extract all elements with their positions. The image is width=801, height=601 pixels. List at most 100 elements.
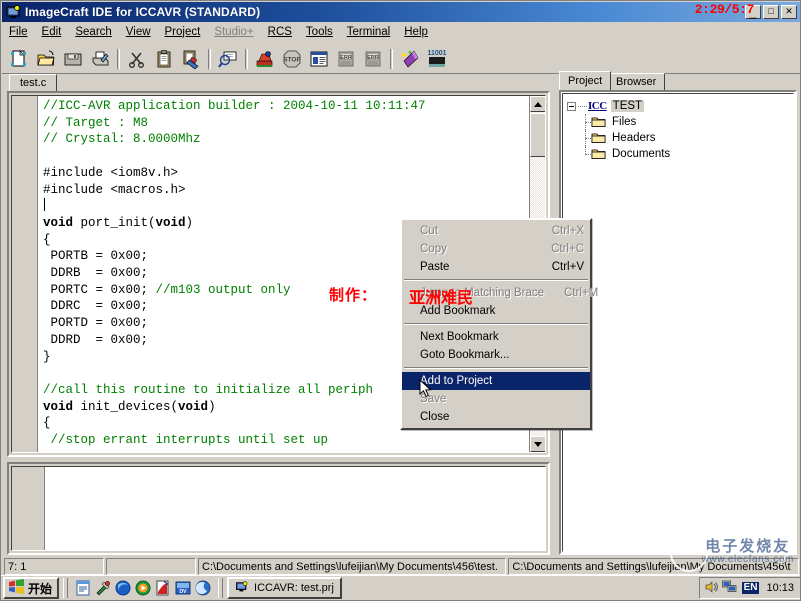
find-magnifier-icon[interactable] [215,46,241,71]
context-menu-item-label: Cut [420,225,438,237]
print-icon[interactable] [87,46,113,71]
scroll-thumb[interactable] [530,113,546,157]
speaker-icon[interactable] [704,580,718,597]
svg-text:DV: DV [180,589,188,595]
code-span: DDRD = 0x00; [43,333,148,347]
wizard-wand-icon[interactable] [397,46,423,71]
menu-separator [404,367,588,369]
code-span: ) [208,400,216,414]
context-menu-item-save: Save [402,390,590,408]
tree-item-headers[interactable]: Headers [567,130,793,146]
tree-connector [581,130,590,146]
context-menu-item-label: Jump to Matching Brace [420,287,544,299]
context-menu-item-accelerator: Ctrl+C [531,243,584,255]
tree-item-files[interactable]: Files [567,114,793,130]
scroll-down-arrow-icon[interactable] [530,436,546,452]
dv-icon[interactable]: DV [175,580,191,596]
context-menu-item-cut: CutCtrl+X [402,222,590,240]
tree-connector [581,146,590,162]
status-blank-field [106,558,196,575]
editor-icon[interactable] [75,580,91,596]
browser-icon[interactable] [115,580,131,596]
menu-project[interactable]: Project [158,24,208,40]
application-window: ImageCraft IDE for ICCAVR (STANDARD) _ □… [0,0,801,601]
taskbar-grip[interactable] [63,578,68,598]
app-icon [235,580,250,597]
system-tray: EN 10:13 [699,577,801,599]
copy-clipboard-icon[interactable] [151,46,177,71]
context-menu-item-close[interactable]: Close [402,408,590,426]
new-file-icon[interactable] [6,46,32,71]
text-caret [44,198,45,211]
context-menu-item-goto-bookmark[interactable]: Goto Bookmark... [402,346,590,364]
code-line: #include <macros.h> [43,182,528,199]
tab-browser[interactable]: Browser [607,73,665,90]
save-disk-icon[interactable] [60,46,86,71]
app-icon [6,4,22,20]
svg-text:ERR: ERR [340,54,352,60]
collapse-minus-icon[interactable] [567,102,576,111]
tab-test-c[interactable]: test.c [9,74,57,92]
tools-icon[interactable] [95,580,111,596]
toolbar-separator-4 [390,49,393,69]
menu-tools[interactable]: Tools [299,24,340,40]
svg-text:STOP: STOP [283,56,301,63]
start-button[interactable]: 开始 [3,577,59,599]
tab-project[interactable]: Project [559,71,611,90]
build-hammer-icon[interactable] [252,46,278,71]
start-button-label: 开始 [28,580,52,597]
menu-terminal[interactable]: Terminal [340,24,397,40]
menu-separator [404,323,588,325]
code-span: { [43,233,51,247]
cut-scissors-icon[interactable] [124,46,150,71]
scroll-up-arrow-icon[interactable] [530,96,546,112]
menu-search[interactable]: Search [68,24,118,40]
taskbar-grip-2[interactable] [218,578,223,598]
code-line: //stop errant interrupts until set up [43,432,528,449]
project-tree[interactable]: ICC TEST Files [562,93,794,552]
next-error-icon[interactable]: ERR [333,46,359,71]
menu-bar: File Edit Search View Project Studio+ RC… [2,22,801,42]
code-line: //ICC-AVR application builder : 2004-10-… [43,98,528,115]
stop-sign-icon[interactable]: STOP [279,46,305,71]
tree-item-documents[interactable]: Documents [567,146,793,162]
paste-icon[interactable] [178,46,204,71]
tree-item-label: Files [610,116,638,128]
code-span: #include <macros.h> [43,183,186,197]
taskbar-clock[interactable]: 10:13 [763,582,797,594]
context-menu-item-paste[interactable]: PasteCtrl+V [402,258,590,276]
menu-help[interactable]: Help [397,24,435,40]
toolbar-separator-2 [208,49,211,69]
context-menu-item-accelerator: Ctrl+V [532,261,584,273]
maximize-button[interactable]: □ [763,5,779,19]
tree-item-label: Documents [610,148,672,160]
menu-view[interactable]: View [119,24,158,40]
close-button[interactable]: ✕ [781,5,797,19]
menu-edit[interactable]: Edit [35,24,69,40]
output-pane-inner[interactable] [11,466,546,551]
menu-file[interactable]: File [2,24,35,40]
context-menu-item-next-bookmark[interactable]: Next Bookmark [402,328,590,346]
code-line [43,198,528,215]
editor-context-menu[interactable]: CutCtrl+XCopyCtrl+CPasteCtrl+VJump to Ma… [400,218,592,430]
taskbar-item-iccavr[interactable]: ICCAVR: test.prj [227,577,342,599]
acrobat-icon[interactable] [155,580,171,596]
editor-gutter [12,96,38,452]
minimize-button[interactable]: _ [745,5,761,19]
prev-error-icon[interactable]: ERR [360,46,386,71]
menu-rcs[interactable]: RCS [261,24,299,40]
network-icon[interactable] [722,580,738,597]
moon-icon[interactable] [195,580,211,596]
context-menu-item-add-bookmark[interactable]: Add Bookmark [402,302,590,320]
code-span: init_devices( [73,400,178,414]
context-menu-item-add-to-project[interactable]: Add to Project [402,372,590,390]
tree-root-label: TEST [611,100,644,112]
input-language-badge[interactable]: EN [742,582,760,594]
chip-icon[interactable]: 11001 [424,46,450,71]
output-window-icon[interactable] [306,46,332,71]
code-span: PORTD = 0x00; [43,316,148,330]
media-player-icon[interactable] [135,580,151,596]
code-line: #include <iom8v.h> [43,165,528,182]
tree-root-test[interactable]: ICC TEST [567,98,793,114]
open-folder-icon[interactable] [33,46,59,71]
